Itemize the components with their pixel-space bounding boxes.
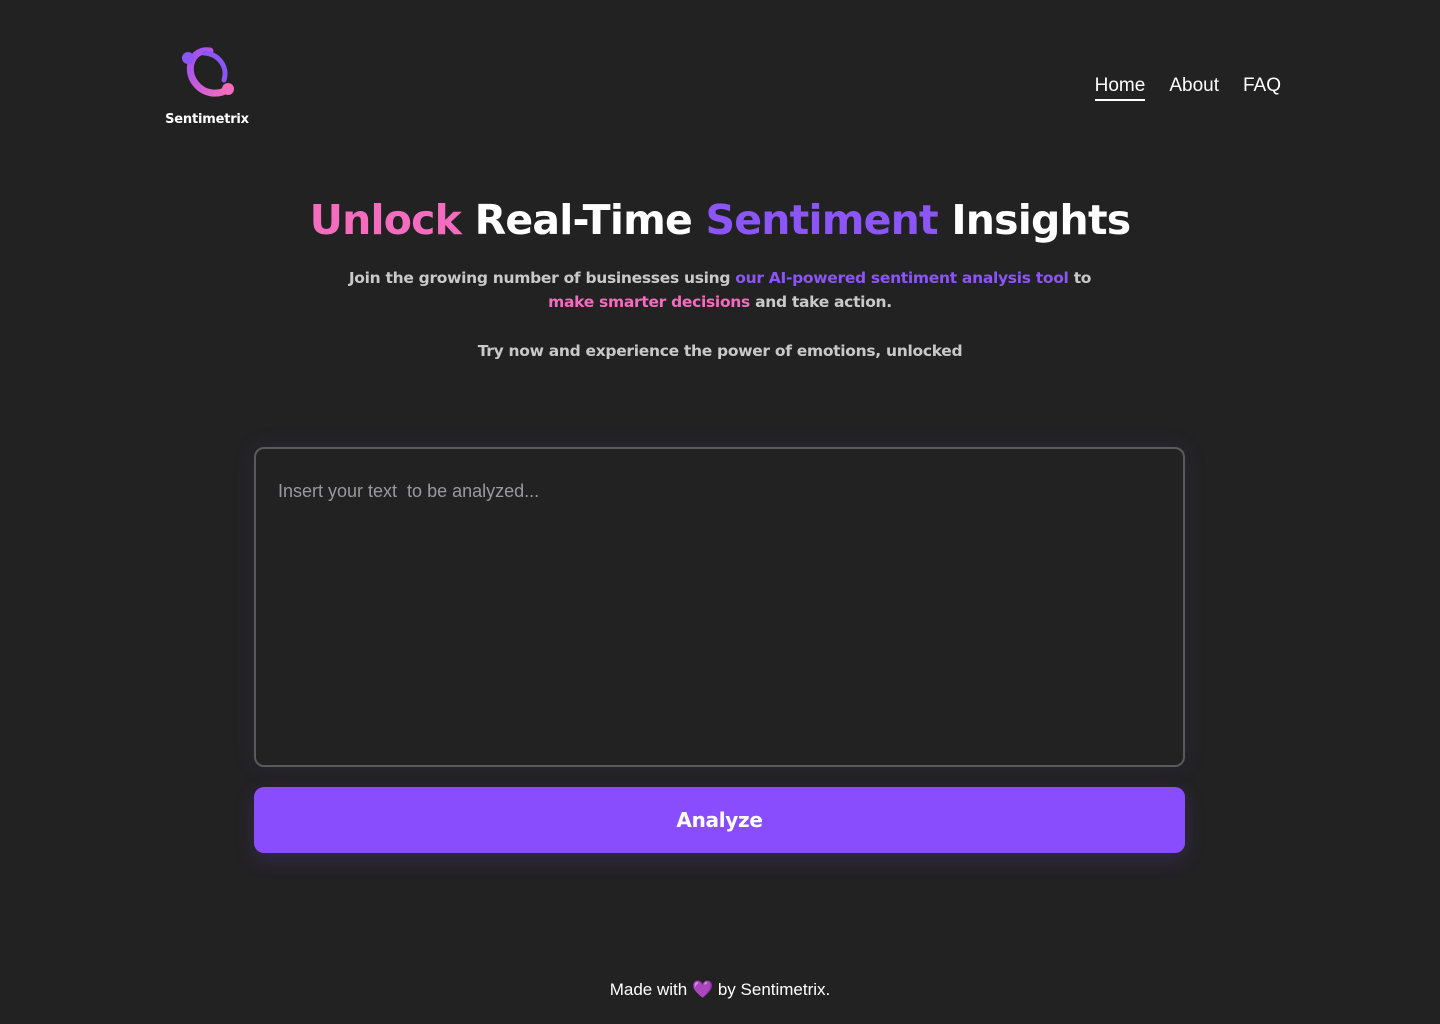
footer-text-after: by Sentimetrix.: [717, 980, 831, 999]
sentimetrix-logo-icon: [182, 47, 234, 97]
hero-subtitle: Join the growing number of businesses us…: [340, 266, 1100, 314]
nav-faq-link[interactable]: FAQ: [1243, 74, 1281, 101]
hero-title-word-insights: Insights: [951, 196, 1131, 244]
hero-subtitle-highlight-tool: our AI-powered sentiment analysis tool: [735, 269, 1069, 287]
nav-home-link[interactable]: Home: [1094, 74, 1146, 101]
hero-subtitle-part2: to: [1073, 269, 1092, 287]
hero-cta-text: Try now and experience the power of emot…: [477, 342, 963, 360]
footer-text-before: Made with: [609, 980, 688, 999]
site-header: Sentimetrix Home About FAQ: [0, 0, 1440, 150]
text-input-container: [254, 447, 1185, 767]
text-analysis-input[interactable]: [256, 449, 1183, 765]
hero-subtitle-highlight-decisions: make smarter decisions: [548, 293, 750, 311]
purple-heart-icon: 💜: [691, 980, 714, 999]
hero-subtitle-part3: and take action.: [755, 293, 892, 311]
hero-title: Unlock Real-Time Sentiment Insights: [0, 192, 1440, 248]
brand-logo[interactable]: Sentimetrix: [160, 44, 254, 134]
hero-title-word-unlock: Unlock: [309, 196, 462, 244]
hero-title-word-sentiment: Sentiment: [705, 196, 939, 244]
hero-title-word-realtime: Real-Time: [474, 196, 693, 244]
hero-subtitle-part1: Join the growing number of businesses us…: [348, 269, 731, 287]
main-nav: Home About FAQ: [1094, 74, 1281, 101]
brand-name: Sentimetrix: [165, 112, 249, 127]
nav-about-link[interactable]: About: [1169, 74, 1219, 101]
analyze-button[interactable]: Analyze: [254, 787, 1185, 853]
site-footer: Made with 💜 by Sentimetrix.: [0, 978, 1440, 1002]
